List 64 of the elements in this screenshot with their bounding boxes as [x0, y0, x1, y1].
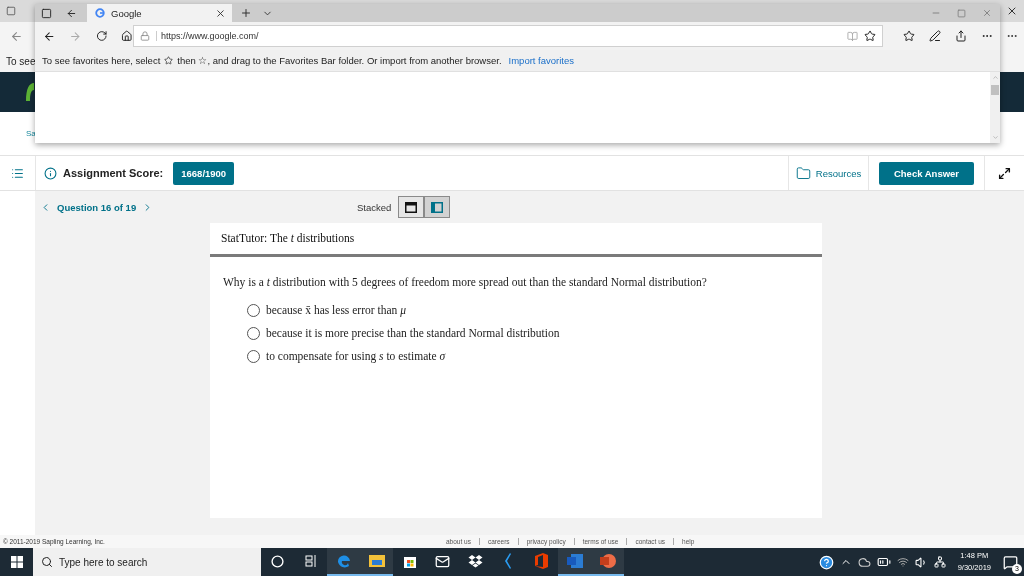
resources-button[interactable]: Resources — [795, 165, 862, 181]
stacked-layout-icon — [405, 201, 418, 213]
volume-icon[interactable] — [914, 555, 928, 569]
favorites-text: To see — [6, 55, 36, 67]
favorites-hint: To see favorites here, select — [42, 55, 161, 66]
score-badge: 1668/1900 — [173, 161, 235, 185]
wifi-icon[interactable] — [896, 556, 909, 568]
battery-icon[interactable] — [876, 555, 891, 569]
e-logo-icon — [335, 553, 352, 569]
help-icon[interactable] — [818, 554, 834, 570]
dropbox-icon — [468, 554, 483, 568]
browser-tab[interactable]: Google — [87, 4, 232, 22]
question-link[interactable]: Question 16 of 19 — [57, 201, 137, 213]
info-icon[interactable] — [44, 166, 57, 180]
option-text: because it is more precise than the standard Normal distribution — [266, 327, 560, 339]
notification-icon[interactable] — [1003, 554, 1018, 570]
g-logo-icon — [95, 8, 105, 18]
shopping-bag-icon — [402, 554, 417, 568]
lock-icon — [140, 31, 150, 41]
view-label: Stacked — [357, 201, 392, 213]
close-icon[interactable] — [215, 7, 226, 19]
side-layout-icon — [431, 201, 444, 213]
search-field[interactable]: Type here to search — [33, 548, 261, 576]
close-icon[interactable] — [1006, 5, 1018, 17]
taskbar-app[interactable] — [360, 548, 393, 576]
back-arrow-icon[interactable] — [43, 29, 56, 43]
card-title: StatTutor: The t distributions — [210, 223, 822, 257]
envelope-icon — [435, 553, 450, 569]
folder-icon — [368, 554, 385, 568]
network-icon[interactable] — [933, 556, 946, 568]
new-tab-icon[interactable] — [240, 7, 252, 19]
layout-toggle[interactable] — [424, 196, 451, 218]
circle-icon — [271, 554, 284, 568]
home-icon[interactable] — [121, 30, 133, 42]
folder-icon — [795, 165, 811, 181]
refresh-icon[interactable] — [95, 30, 108, 42]
office-icon — [535, 553, 548, 569]
option-text: because x̄ has less error than μ — [266, 304, 406, 316]
tab-title: Google — [111, 7, 143, 19]
windows-icon[interactable] — [10, 556, 23, 568]
layout-toggle[interactable] — [398, 196, 425, 218]
pen-icon[interactable] — [929, 30, 941, 42]
address-bar[interactable]: https://www.google.com/ — [133, 25, 883, 47]
scroll-thumb[interactable] — [991, 85, 999, 95]
score-label: Assignment Score: — [63, 167, 164, 179]
leaf-logo-icon — [26, 83, 34, 101]
menu-icon[interactable] — [11, 166, 24, 180]
tab-preview-icon[interactable] — [6, 6, 16, 16]
cloud-icon[interactable] — [857, 555, 871, 569]
share-icon[interactable] — [955, 30, 967, 42]
question-text: Why is a t distribution with 5 degrees of freedom more spread out than the standard Normal distribution? — [222, 275, 708, 288]
star-icon[interactable] — [864, 30, 876, 42]
favorites-hint: then ☆, and drag to the Favorites Bar folder. Or import from another browser. — [177, 55, 502, 66]
import-favorites-link[interactable]: Import favorites — [508, 55, 574, 66]
scrollbar[interactable] — [990, 72, 1000, 143]
link-text[interactable]: Sa — [26, 129, 36, 138]
search-icon — [41, 556, 53, 568]
presentation-p-icon — [599, 553, 616, 569]
tab-preview-icon[interactable] — [41, 7, 52, 19]
option-text: to compensate for using s to estimate σ — [266, 350, 446, 362]
task-view-icon — [304, 555, 317, 567]
document-w-icon — [566, 553, 583, 569]
expand-icon[interactable] — [998, 166, 1011, 180]
check-answer-button[interactable]: Check Answer — [879, 161, 974, 185]
